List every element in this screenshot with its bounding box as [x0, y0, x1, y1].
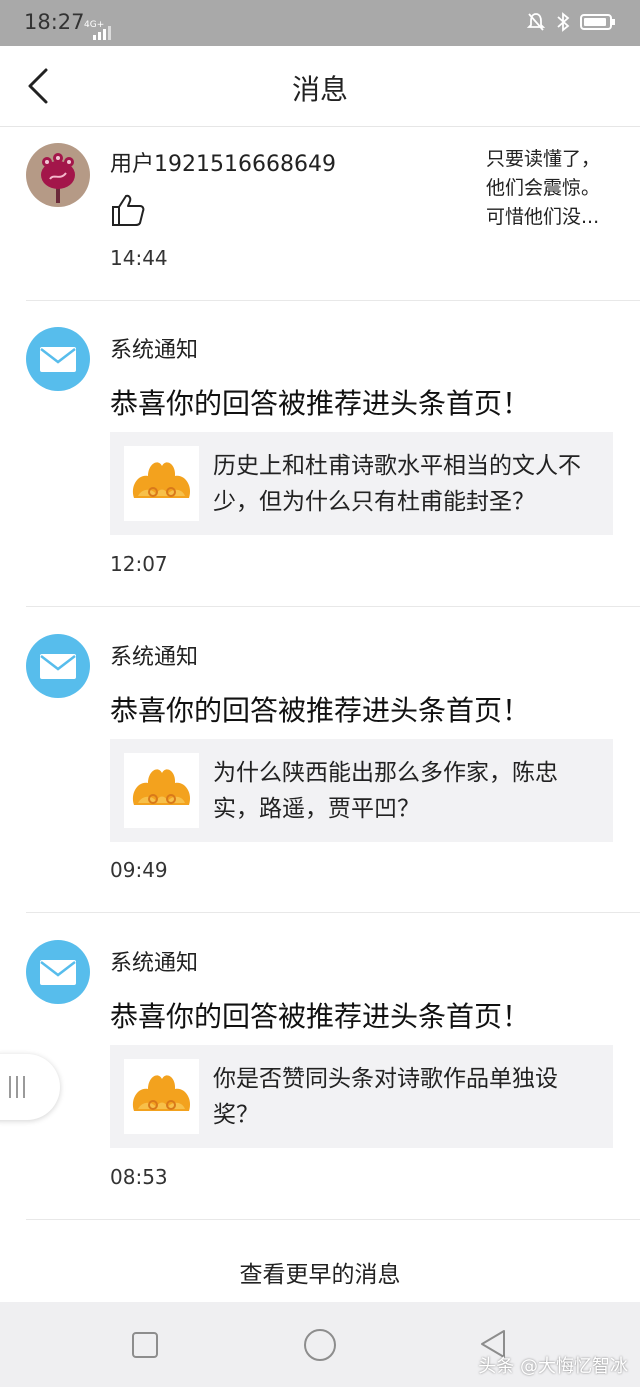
question-card[interactable]: 你是否赞同头条对诗歌作品单独设奖？: [110, 1045, 613, 1148]
question-text: 为什么陕西能出那么多作家，陈忠实，路遥，贾平凹？: [213, 760, 558, 822]
divider: [26, 300, 640, 301]
avatar: [26, 327, 90, 391]
floating-handle[interactable]: [0, 1054, 60, 1120]
bluetooth-icon: [557, 12, 570, 32]
comment-excerpt[interactable]: 只要读懂了，他们会震惊。可惜他们没...: [486, 145, 616, 232]
envelope-icon: [40, 347, 76, 372]
menu-lines-icon: [9, 1076, 25, 1098]
cloud-logo-icon: [132, 462, 191, 498]
notification-headline: 恭喜你的回答被推荐进头条首页！: [110, 694, 531, 727]
message-time: 09:49: [110, 858, 168, 882]
question-text: 你是否赞同头条对诗歌作品单独设奖？: [213, 1066, 558, 1128]
page-title: 消息: [291, 73, 348, 106]
sender-name: 系统通知: [110, 645, 199, 670]
envelope-icon: [40, 654, 76, 679]
cloud-logo-icon: [132, 1075, 191, 1111]
divider: [26, 606, 640, 607]
question-thumbnail: [124, 753, 199, 828]
notification-headline: 恭喜你的回答被推荐进头条首页！: [110, 387, 531, 420]
mute-bell-icon: [526, 13, 546, 31]
home-circle-icon[interactable]: [303, 1328, 337, 1362]
signal-icon: [93, 26, 111, 40]
status-time: 18:27: [24, 10, 85, 34]
question-card[interactable]: 为什么陕西能出那么多作家，陈忠实，路遥，贾平凹？: [110, 739, 613, 842]
question-text: 历史上和杜甫诗歌水平相当的文人不少，但为什么只有杜甫能封圣？: [213, 453, 581, 515]
message-time: 12:07: [110, 552, 168, 576]
question-thumbnail: [124, 446, 199, 521]
envelope-icon: [40, 960, 76, 985]
avatar: [26, 940, 90, 1004]
question-thumbnail: [124, 1059, 199, 1134]
avatar: [26, 634, 90, 698]
notification-headline: 恭喜你的回答被推荐进头条首页！: [110, 1000, 531, 1033]
avatar[interactable]: [26, 143, 90, 207]
status-bar: 18:27 4G+: [0, 0, 640, 46]
sender-name: 系统通知: [110, 951, 199, 976]
top-nav: 消息: [0, 46, 640, 127]
message-time: 08:53: [110, 1165, 168, 1189]
message-time: 14:44: [110, 246, 168, 270]
battery-icon: [580, 14, 615, 30]
divider: [26, 1219, 640, 1220]
cloud-logo-icon: [132, 769, 191, 805]
load-earlier-messages-link[interactable]: 查看更早的消息: [0, 1255, 640, 1289]
sender-name[interactable]: 用户1921516668649: [110, 146, 336, 178]
watermark: 头条 @大悔忆智冰: [478, 1356, 628, 1377]
sender-name: 系统通知: [110, 338, 199, 363]
question-card[interactable]: 历史上和杜甫诗歌水平相当的文人不少，但为什么只有杜甫能封圣？: [110, 432, 613, 535]
thumbs-up-icon: [112, 194, 145, 226]
recents-square-icon[interactable]: [131, 1331, 159, 1359]
flower-icon: [41, 153, 75, 203]
divider: [26, 912, 640, 913]
